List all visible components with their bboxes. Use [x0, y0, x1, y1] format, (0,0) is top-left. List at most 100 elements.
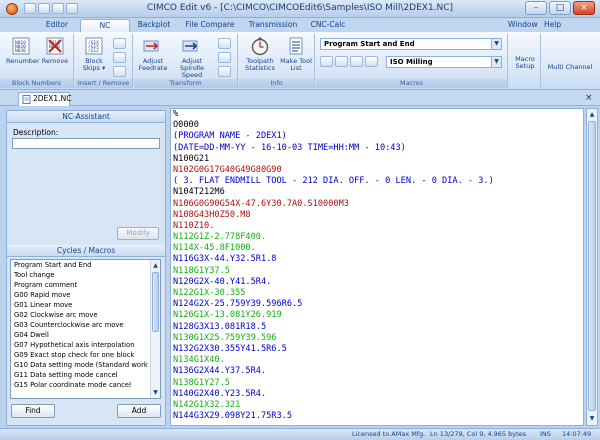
list-item[interactable]: G11 Data setting mode cancel: [11, 370, 151, 380]
block-skips-dropdown-icon[interactable]: ▾: [102, 64, 105, 72]
code-line[interactable]: N110Z10.: [173, 221, 573, 232]
find-button[interactable]: Find: [11, 404, 55, 418]
list-item[interactable]: Tool change: [11, 270, 151, 280]
code-line[interactable]: N108G43H0Z50.M8: [173, 210, 573, 221]
list-item[interactable]: G09 Exact stop check for one block: [11, 350, 151, 360]
macro-zoom-in-icon[interactable]: [350, 56, 363, 67]
code-line[interactable]: N136G2X44.Y37.5R4.: [173, 366, 573, 377]
list-item[interactable]: G07 Hypothetical axis interpolation: [11, 340, 151, 350]
spacing-small-icon[interactable]: [113, 66, 126, 77]
scroll-up-icon[interactable]: ▲: [588, 110, 596, 120]
macro-select[interactable]: Program Start and End ▼: [320, 38, 502, 50]
block-skips-button[interactable]: /G1X/G1Y/G1Z Block Skips ▾: [79, 36, 109, 72]
tab-transmission[interactable]: Transmission: [242, 19, 304, 32]
adjust-feedrate-button[interactable]: Adjust Feedrate: [136, 36, 170, 72]
code-line[interactable]: N144G3X29.098Y21.75R3.5: [173, 411, 573, 422]
close-button[interactable]: ×: [573, 1, 595, 15]
code-line[interactable]: N118G1Y37.5: [173, 266, 573, 277]
code-line[interactable]: ( 3. FLAT ENDMILL TOOL - 212 DIA. OFF. -…: [173, 176, 573, 187]
tab-editor[interactable]: Editor: [36, 19, 78, 32]
list-item[interactable]: G00 Rapid move: [11, 290, 151, 300]
code-line[interactable]: N122G1X-30.355: [173, 288, 573, 299]
list-item[interactable]: G02 Clockwise arc move: [11, 310, 151, 320]
code-line[interactable]: (PROGRAM NAME - 2DEX1): [173, 131, 573, 142]
group-macros: Program Start and End ▼ ISO Milling ▼ Ma…: [316, 34, 508, 88]
quick-access-save-icon[interactable]: [24, 3, 36, 14]
editor-scrollbar[interactable]: ▲ ▼: [586, 108, 598, 426]
code-line[interactable]: N142G1X32.321: [173, 400, 573, 411]
scroll-up-icon[interactable]: ▲: [152, 261, 159, 270]
code-line[interactable]: (DATE=DD-MM-YY - 16-10-03 TIME=HH:MM - 1…: [173, 143, 573, 154]
quick-access-redo-icon[interactable]: [66, 3, 78, 14]
code-line[interactable]: N138G1Y27.5: [173, 378, 573, 389]
app-menu-button[interactable]: [6, 3, 18, 15]
list-item[interactable]: G15 Polar coordinate mode cancel: [11, 380, 151, 390]
code-line[interactable]: N102G0G17G40G49G80G90: [173, 165, 573, 176]
adjust-spindle-speed-button[interactable]: Adjust Spindle Speed: [172, 36, 212, 79]
description-field[interactable]: [12, 138, 160, 149]
macro-setup-button[interactable]: Macro Setup: [510, 56, 540, 70]
code-line[interactable]: N132G2X30.355Y41.5R6.5: [173, 344, 573, 355]
quick-access-open-icon[interactable]: [38, 3, 50, 14]
quick-access-undo-icon[interactable]: [52, 3, 64, 14]
scroll-thumb[interactable]: [152, 272, 159, 332]
make-tool-list-button[interactable]: Make Tool List: [280, 36, 312, 72]
clock: 14:07:49: [562, 430, 592, 438]
close-document-icon[interactable]: ×: [585, 93, 596, 103]
macro-run-icon[interactable]: [320, 56, 333, 67]
code-line[interactable]: N116G3X-44.Y32.5R1.8: [173, 254, 573, 265]
code-line[interactable]: N114X-45.8F1000.: [173, 243, 573, 254]
maximize-button[interactable]: □: [549, 1, 571, 15]
mirror-small-icon[interactable]: [218, 52, 231, 63]
code-line[interactable]: N128G3X13.081R18.5: [173, 322, 573, 333]
renumber-button[interactable]: N010 N020 N030 Renumber: [6, 36, 40, 65]
minimize-button[interactable]: –: [525, 1, 547, 15]
multi-channel-button[interactable]: Multi Channel: [546, 64, 594, 71]
code-line[interactable]: N100G21: [173, 154, 573, 165]
remove-small-icon[interactable]: [113, 52, 126, 63]
code-line[interactable]: N130G1X25.759Y39.596: [173, 333, 573, 344]
list-item[interactable]: G03 Counterclockwise arc move: [11, 320, 151, 330]
macro-zoom-out-icon[interactable]: [365, 56, 378, 67]
scale-small-icon[interactable]: [218, 66, 231, 77]
code-line[interactable]: N106G0G90G54X-47.6Y30.7A0.S10000M3: [173, 199, 573, 210]
remove-button[interactable]: N010N020 Remove: [40, 36, 70, 65]
scroll-thumb[interactable]: [588, 121, 596, 411]
list-item[interactable]: Program comment: [11, 280, 151, 290]
code-line[interactable]: O0000: [173, 120, 573, 131]
tab-backplot[interactable]: Backplot: [132, 19, 176, 32]
chevron-down-icon[interactable]: ▼: [491, 39, 501, 49]
machine-select[interactable]: ISO Milling ▼: [386, 56, 502, 68]
tab-cnc-calc[interactable]: CNC-Calc: [306, 19, 350, 32]
modify-button[interactable]: Modify: [117, 227, 159, 240]
list-item[interactable]: G01 Linear move: [11, 300, 151, 310]
list-item[interactable]: G10 Data setting mode (Standard work off…: [11, 360, 151, 370]
code-line[interactable]: N112G1Z-2.778F400.: [173, 232, 573, 243]
add-button[interactable]: Add: [117, 404, 161, 418]
help-menu[interactable]: Help: [544, 20, 561, 29]
code-line[interactable]: N120G2X-40.Y41.5R4.: [173, 277, 573, 288]
document-tab[interactable]: 2DEX1.NC: [18, 92, 71, 106]
toolpath-statistics-button[interactable]: Toolpath Statistics: [242, 36, 278, 72]
code-line[interactable]: N104T212M6: [173, 187, 573, 198]
code-line[interactable]: N126G1X-13.081Y26.919: [173, 310, 573, 321]
rotate-small-icon[interactable]: [218, 38, 231, 49]
cycles-macros-list[interactable]: Program Start and End Tool change Progra…: [10, 259, 161, 399]
code-editor[interactable]: % O0000 (PROGRAM NAME - 2DEX1) (DATE=DD-MM-…: [170, 108, 584, 426]
code-line[interactable]: %: [173, 109, 573, 120]
macro-zoom-icon[interactable]: [335, 56, 348, 67]
nc-code[interactable]: % O0000 (PROGRAM NAME - 2DEX1) (DATE=DD-MM-…: [173, 109, 573, 422]
code-line[interactable]: N140G2X40.Y23.5R4.: [173, 389, 573, 400]
code-line[interactable]: N134G1X40.: [173, 355, 573, 366]
cycles-scrollbar[interactable]: ▲ ▼: [150, 260, 160, 398]
tab-nc-functions[interactable]: NC Functions: [80, 19, 130, 42]
list-item[interactable]: Program Start and End: [11, 260, 151, 270]
window-menu[interactable]: Window: [508, 20, 538, 29]
tab-file-compare[interactable]: File Compare: [180, 19, 240, 32]
chevron-down-icon[interactable]: ▼: [491, 57, 501, 67]
scroll-down-icon[interactable]: ▼: [588, 414, 596, 424]
scroll-down-icon[interactable]: ▼: [152, 388, 159, 397]
code-line[interactable]: N124G2X-25.759Y39.596R6.5: [173, 299, 573, 310]
list-item[interactable]: G04 Dwell: [11, 330, 151, 340]
insert-small-icon[interactable]: [113, 38, 126, 49]
